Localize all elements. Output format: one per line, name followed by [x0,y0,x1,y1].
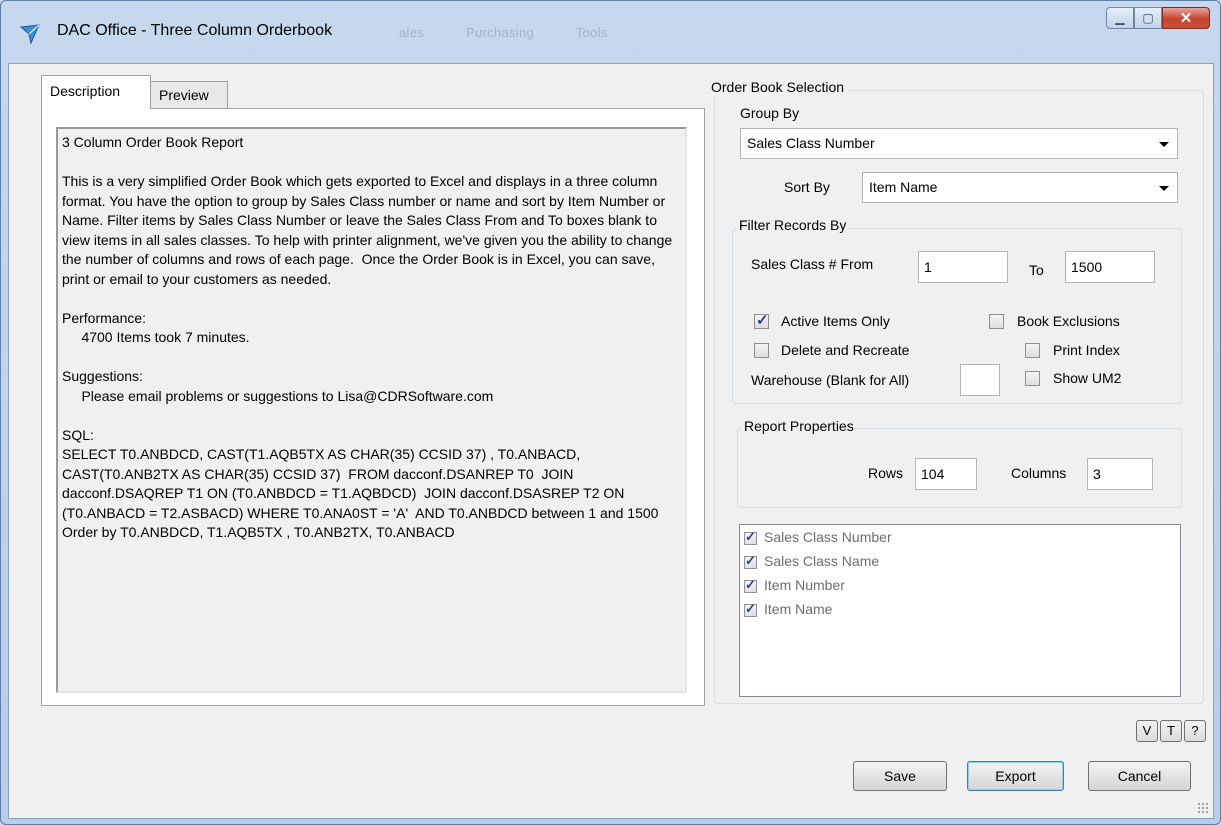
show-um2-checkbox[interactable] [1025,371,1040,386]
print-index-label[interactable]: Print Index [1053,342,1120,358]
background-menu-ghost: ales Purchasing Tools [399,25,608,40]
window-client-area: Description Preview 3 Column Order Book … [8,63,1214,819]
tab-description[interactable]: Description [41,75,151,109]
group-by-label: Group By [740,105,800,121]
sales-class-from-label: Sales Class # From [751,256,874,272]
book-exclusions-label[interactable]: Book Exclusions [1017,313,1120,329]
print-index-checkbox[interactable] [1025,343,1040,358]
window-controls: ▁ ▢ ✕ [1106,7,1210,31]
tab-preview[interactable]: Preview [150,81,228,109]
cancel-button[interactable]: Cancel [1088,761,1191,791]
app-logo-icon [19,24,40,45]
columns-checklist[interactable]: Sales Class Number Sales Class Name Item… [739,524,1181,697]
book-exclusions-checkbox[interactable] [989,314,1004,329]
item-name-checkbox[interactable] [744,601,757,617]
close-button[interactable]: ✕ [1162,7,1210,29]
order-book-selection-legend: Order Book Selection [708,79,848,95]
delete-recreate-checkbox[interactable] [754,343,769,358]
export-button[interactable]: Export [967,761,1064,791]
rows-label: Rows [868,465,904,481]
window-title: DAC Office - Three Column Orderbook [57,22,333,39]
sort-by-select[interactable]: Item Name [862,172,1178,203]
v-button[interactable]: V [1136,720,1158,742]
filter-records-legend: Filter Records By [736,217,850,233]
title-bar[interactable]: DAC Office - Three Column Orderbook ales… [1,1,1220,63]
description-tab-panel: 3 Column Order Book Report This is a ver… [41,108,705,706]
minimize-icon: ▁ [1115,11,1125,25]
sales-class-to-label: To [1029,262,1044,278]
list-item-label: Item Name [764,601,833,617]
report-properties-legend: Report Properties [741,418,857,434]
chevron-down-icon [1159,186,1169,191]
list-item-label: Item Number [764,577,845,593]
list-item-label: Sales Class Name [764,553,880,569]
minimize-button[interactable]: ▁ [1106,7,1134,29]
columns-input[interactable]: 3 [1087,458,1153,490]
list-item-label: Sales Class Number [764,529,892,545]
sales-class-name-checkbox[interactable] [744,553,757,569]
item-number-checkbox[interactable] [744,577,757,593]
resize-grip-icon[interactable] [1197,802,1209,814]
description-text[interactable]: 3 Column Order Book Report This is a ver… [56,127,687,693]
close-icon: ✕ [1179,10,1193,27]
save-button[interactable]: Save [853,761,947,791]
help-button[interactable]: ? [1184,720,1206,742]
chevron-down-icon [1159,142,1169,147]
delete-recreate-label[interactable]: Delete and Recreate [781,342,909,358]
warehouse-label: Warehouse (Blank for All) [751,372,910,388]
rows-input[interactable]: 104 [915,458,977,490]
sales-class-number-checkbox[interactable] [744,529,757,545]
maximize-button[interactable]: ▢ [1134,7,1162,29]
group-by-select[interactable]: Sales Class Number [740,128,1178,159]
warehouse-input[interactable] [960,364,1000,396]
sales-class-to-input[interactable]: 1500 [1065,251,1155,283]
show-um2-label[interactable]: Show UM2 [1053,370,1121,386]
sales-class-from-input[interactable]: 1 [918,251,1008,283]
sort-by-label: Sort By [784,179,830,195]
maximize-icon: ▢ [1142,11,1154,25]
active-items-checkbox[interactable] [754,311,769,329]
columns-label: Columns [1011,465,1067,481]
sort-by-value: Item Name [869,179,938,195]
active-items-label[interactable]: Active Items Only [781,313,890,329]
t-button[interactable]: T [1160,720,1182,742]
app-window: DAC Office - Three Column Orderbook ales… [0,0,1221,825]
group-by-value: Sales Class Number [747,135,875,151]
